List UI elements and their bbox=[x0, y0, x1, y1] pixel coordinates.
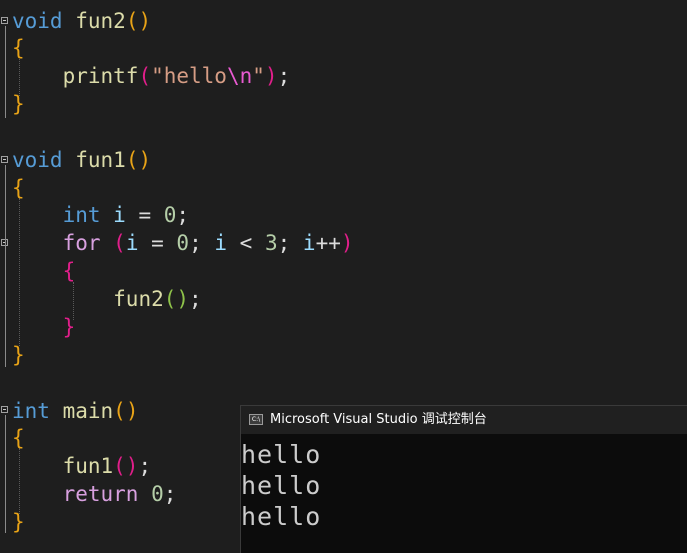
code-token: ) bbox=[264, 64, 278, 88]
code-token: i bbox=[302, 231, 316, 255]
code-token: ; bbox=[189, 231, 215, 255]
code-line[interactable]: int i = 0; bbox=[12, 201, 190, 229]
code-token: 0 bbox=[151, 482, 164, 506]
code-token: ( bbox=[113, 231, 126, 255]
code-line[interactable]: fun2(); bbox=[12, 285, 202, 313]
code-token: i bbox=[125, 231, 139, 255]
code-token: ; bbox=[277, 231, 303, 255]
code-line[interactable]: } bbox=[12, 508, 25, 536]
code-line[interactable]: return 0; bbox=[12, 480, 177, 508]
debug-console-window[interactable]: C:\ Microsoft Visual Studio 调试控制台 hello … bbox=[240, 405, 687, 553]
console-app-icon: C:\ bbox=[249, 414, 263, 425]
code-line[interactable]: int main() bbox=[12, 397, 138, 425]
code-token: ( bbox=[138, 64, 152, 88]
code-token: fun1 bbox=[75, 148, 126, 172]
console-output: hello hello hello bbox=[241, 439, 321, 532]
code-token: { bbox=[62, 259, 76, 283]
code-token: \n bbox=[226, 64, 253, 88]
code-line[interactable]: printf("hello\n"); bbox=[12, 62, 291, 90]
code-line[interactable]: void fun2() bbox=[12, 7, 151, 35]
code-token: i bbox=[214, 231, 228, 255]
code-token: ; bbox=[163, 482, 177, 506]
code-token: i bbox=[113, 203, 126, 227]
fold-toggle-icon[interactable] bbox=[1, 17, 8, 24]
code-token: return bbox=[62, 482, 139, 506]
code-token: = bbox=[125, 203, 164, 227]
code-token: ) bbox=[340, 231, 354, 255]
console-output-line: hello bbox=[241, 440, 322, 469]
code-token: 3 bbox=[264, 231, 278, 255]
code-token: printf bbox=[62, 64, 139, 88]
code-token: int bbox=[62, 203, 101, 227]
code-line[interactable]: { bbox=[12, 257, 76, 285]
code-token: } bbox=[12, 343, 25, 367]
code-token: fun2 bbox=[75, 9, 126, 33]
console-titlebar[interactable]: C:\ Microsoft Visual Studio 调试控制台 bbox=[241, 406, 687, 434]
code-token: ; bbox=[176, 203, 190, 227]
code-token: { bbox=[12, 426, 25, 450]
code-token: ; bbox=[277, 64, 291, 88]
code-line[interactable]: for (i = 0; i < 3; i++) bbox=[12, 229, 354, 257]
fold-toggle-icon[interactable] bbox=[1, 156, 8, 163]
console-title: Microsoft Visual Studio 调试控制台 bbox=[270, 412, 487, 427]
code-token: int bbox=[12, 399, 50, 423]
code-line[interactable]: fun1(); bbox=[12, 452, 152, 480]
console-output-line: hello bbox=[241, 502, 322, 531]
code-token: void bbox=[12, 9, 63, 33]
code-token: 0 bbox=[163, 203, 177, 227]
code-line[interactable]: } bbox=[12, 90, 25, 118]
code-token: } bbox=[62, 315, 76, 339]
code-line[interactable]: } bbox=[12, 341, 25, 369]
code-token: ++ bbox=[315, 231, 341, 255]
code-line[interactable]: void fun1() bbox=[12, 146, 151, 174]
code-token: fun2 bbox=[113, 287, 164, 311]
code-token: < bbox=[227, 231, 265, 255]
code-token: fun1 bbox=[62, 454, 114, 478]
code-token: void bbox=[12, 148, 63, 172]
code-token: () bbox=[125, 9, 152, 33]
code-token: { bbox=[12, 36, 25, 60]
code-token: () bbox=[113, 399, 139, 423]
code-token: } bbox=[12, 92, 25, 116]
code-token: } bbox=[12, 510, 25, 534]
code-token: 0 bbox=[176, 231, 190, 255]
fold-region-line bbox=[5, 415, 6, 533]
console-output-line: hello bbox=[241, 471, 322, 500]
code-token: () bbox=[125, 148, 152, 172]
code-line[interactable]: { bbox=[12, 34, 25, 62]
code-line[interactable]: { bbox=[12, 424, 25, 452]
code-token: for bbox=[62, 231, 101, 255]
fold-region-line bbox=[5, 26, 6, 118]
code-line[interactable]: { bbox=[12, 174, 25, 202]
code-token: { bbox=[12, 176, 25, 200]
code-token: main bbox=[62, 399, 114, 423]
fold-region-line bbox=[5, 165, 6, 367]
code-token: = bbox=[138, 231, 177, 255]
fold-toggle-icon[interactable] bbox=[1, 406, 8, 413]
code-token: " bbox=[252, 64, 265, 88]
code-token: ; bbox=[138, 454, 152, 478]
code-token: () bbox=[113, 454, 139, 478]
code-token: () bbox=[163, 287, 190, 311]
code-line[interactable]: } bbox=[12, 313, 76, 341]
code-token: ; bbox=[189, 287, 202, 311]
code-token: "hello bbox=[151, 64, 227, 88]
